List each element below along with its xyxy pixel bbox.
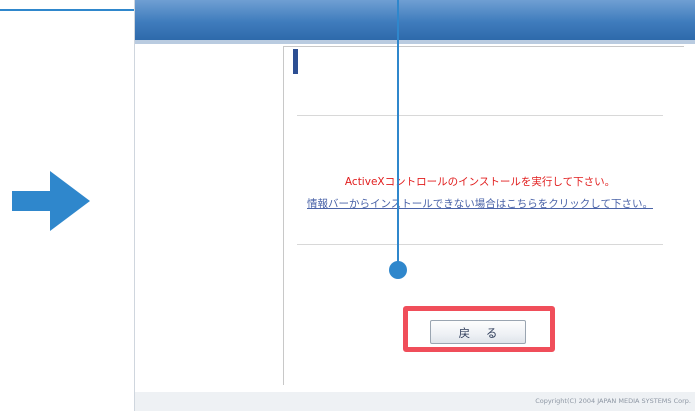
install-message: ActiveXコントロールのインストールを実行して下さい。 <box>344 176 616 188</box>
copyright-text: Copyright(C) 2004 JAPAN MEDIA SYSTEMS Co… <box>535 397 691 405</box>
panel-marker <box>293 49 298 74</box>
header-strip <box>135 40 695 44</box>
divider-bottom <box>297 244 663 245</box>
header-bar <box>135 0 695 40</box>
divider-top <box>297 115 663 116</box>
highlight-box <box>403 306 555 352</box>
top-accent-line <box>0 9 140 11</box>
arrow-right-icon <box>12 171 90 231</box>
pointer-line <box>397 0 399 268</box>
help-link[interactable]: 情報バーからインストールできない場合はこちらをクリックして下さい。 <box>297 197 663 211</box>
pointer-dot-icon <box>389 261 407 279</box>
